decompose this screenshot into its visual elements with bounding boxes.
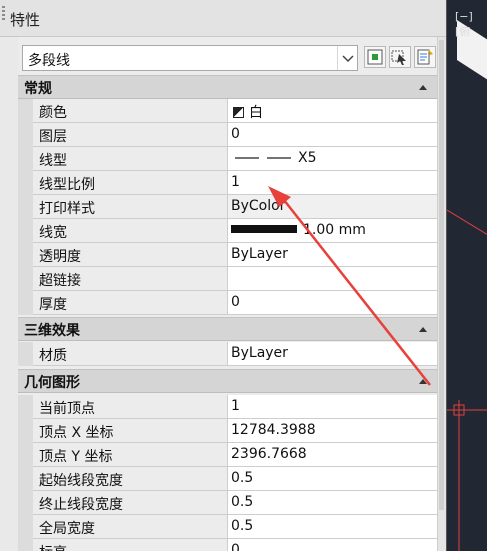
property-row-current-vertex[interactable]: 当前顶点 1 xyxy=(18,395,437,419)
property-name: 超链接 xyxy=(33,267,228,291)
property-row-lineweight[interactable]: 线宽 1.00 mm xyxy=(18,219,437,243)
collapse-icon[interactable] xyxy=(419,327,427,332)
property-row-color[interactable]: 颜色 白 xyxy=(18,99,437,123)
drawing-canvas[interactable] xyxy=(446,0,487,551)
property-value[interactable]: 0 xyxy=(228,539,437,551)
property-row-linetype-scale[interactable]: 线型比例 1 xyxy=(18,171,437,195)
property-name: 顶点 Y 坐标 xyxy=(33,443,228,467)
collapse-icon[interactable] xyxy=(419,85,427,90)
lineweight-preview-icon xyxy=(231,225,297,233)
drag-grip-icon[interactable] xyxy=(2,6,5,22)
property-name: 线型 xyxy=(33,147,228,171)
palette-title: 特性 xyxy=(10,11,41,29)
section-general[interactable]: 常规 xyxy=(18,75,437,99)
property-row-hyperlink[interactable]: 超链接 xyxy=(18,267,437,291)
object-type-select[interactable]: 多段线 xyxy=(22,45,358,71)
property-name: 线宽 xyxy=(33,219,228,243)
property-name: 顶点 X 坐标 xyxy=(33,419,228,443)
property-grid: 常规 颜色 白 图层 0 线型 X5 线型比例 1 打印样式 ByColor 线… xyxy=(18,75,437,551)
property-row-linetype[interactable]: 线型 X5 xyxy=(18,147,437,171)
property-value[interactable]: 1 xyxy=(228,395,437,419)
color-swatch-icon xyxy=(233,107,244,118)
section-title: 几何图形 xyxy=(24,375,80,391)
section-title: 常规 xyxy=(24,81,52,97)
section-title: 三维效果 xyxy=(24,323,80,339)
vertical-scrollbar[interactable] xyxy=(439,40,444,510)
property-name: 厚度 xyxy=(33,291,228,315)
property-row-thickness[interactable]: 厚度 0 xyxy=(18,291,437,315)
property-row-start-width[interactable]: 起始线段宽度 0.5 xyxy=(18,467,437,491)
property-value[interactable]: 0 xyxy=(228,123,437,147)
property-value[interactable]: 白 xyxy=(228,99,437,123)
property-row-vertex-x[interactable]: 顶点 X 坐标 12784.3988 xyxy=(18,419,437,443)
linetype-preview-icon xyxy=(233,151,293,161)
property-value[interactable]: 1.00 mm xyxy=(228,219,437,243)
property-row-transparency[interactable]: 透明度 ByLayer xyxy=(18,243,437,267)
property-row-elevation[interactable]: 标高 0 xyxy=(18,539,437,551)
property-value[interactable]: 0 xyxy=(228,291,437,315)
property-value[interactable]: 0.5 xyxy=(228,491,437,515)
collapse-icon[interactable] xyxy=(419,379,427,384)
property-value[interactable]: ByColor xyxy=(228,195,437,219)
property-row-material[interactable]: 材质 ByLayer xyxy=(18,342,437,366)
property-name: 材质 xyxy=(33,342,228,366)
property-name: 当前顶点 xyxy=(33,395,228,419)
property-value[interactable]: X5 xyxy=(228,147,437,171)
property-value[interactable]: ByLayer xyxy=(228,243,437,267)
property-value[interactable]: 2396.7668 xyxy=(228,443,437,467)
object-type-value: 多段线 xyxy=(28,53,70,69)
property-name: 线型比例 xyxy=(33,171,228,195)
property-row-global-width[interactable]: 全局宽度 0.5 xyxy=(18,515,437,539)
section-geometry[interactable]: 几何图形 xyxy=(18,369,437,393)
property-value[interactable] xyxy=(228,267,437,291)
toggle-pickadd-button[interactable] xyxy=(364,46,386,68)
property-value[interactable]: 0.5 xyxy=(228,515,437,539)
section-3d-visualization[interactable]: 三维效果 xyxy=(18,317,437,341)
property-value[interactable]: ByLayer xyxy=(228,342,437,366)
property-name: 起始线段宽度 xyxy=(33,467,228,491)
property-name: 全局宽度 xyxy=(33,515,228,539)
property-value[interactable]: 0.5 xyxy=(228,467,437,491)
property-name: 打印样式 xyxy=(33,195,228,219)
select-objects-button[interactable] xyxy=(389,46,411,68)
property-name: 终止线段宽度 xyxy=(33,491,228,515)
property-name: 颜色 xyxy=(33,99,228,123)
property-row-end-width[interactable]: 终止线段宽度 0.5 xyxy=(18,491,437,515)
chevron-down-icon[interactable] xyxy=(337,46,357,70)
property-name: 透明度 xyxy=(33,243,228,267)
palette-left-strip xyxy=(0,37,18,551)
property-value[interactable]: 12784.3988 xyxy=(228,419,437,443)
viewport-label[interactable]: [−][俯 xyxy=(455,10,487,39)
property-row-vertex-y[interactable]: 顶点 Y 坐标 2396.7668 xyxy=(18,443,437,467)
property-row-plot-style[interactable]: 打印样式 ByColor xyxy=(18,195,437,219)
property-name: 标高 xyxy=(33,539,228,551)
property-value[interactable]: 1 xyxy=(228,171,437,195)
property-name: 图层 xyxy=(33,123,228,147)
property-row-layer[interactable]: 图层 0 xyxy=(18,123,437,147)
quick-select-button[interactable] xyxy=(414,46,436,68)
palette-title-bar[interactable]: 特性 xyxy=(0,0,446,37)
